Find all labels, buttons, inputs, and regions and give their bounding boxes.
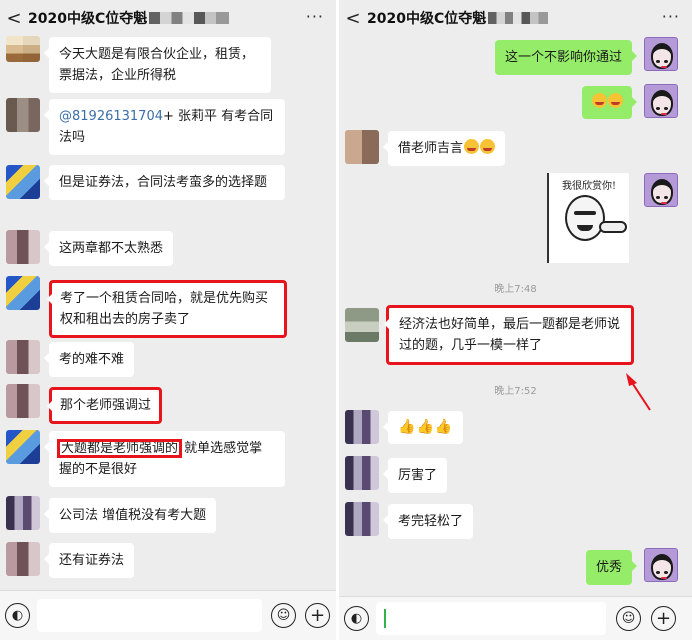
more-icon[interactable]: ··· [662, 7, 680, 26]
avatar[interactable] [6, 496, 40, 530]
chat-title: 2020中级C位夺魁 [367, 11, 487, 27]
emoji-bubble[interactable]: 👍👍👍 [382, 411, 464, 444]
avatar[interactable] [345, 130, 379, 164]
avatar-self[interactable] [644, 548, 678, 582]
message-text: 还有证券法 [59, 553, 125, 568]
avatar[interactable] [6, 36, 40, 62]
message-text: 考的难不难 [59, 352, 125, 367]
message-text: 借老师吉言 [398, 141, 464, 156]
thumbs-up-icon: 👍 [398, 419, 416, 435]
avatar-self[interactable] [644, 173, 678, 207]
grin-emoji-icon [592, 93, 607, 108]
message-bubble[interactable]: 借老师吉言 [382, 131, 506, 166]
mention-link[interactable]: @81926131704 [59, 109, 163, 124]
message-input[interactable] [376, 602, 606, 635]
message-bubble[interactable]: @81926131704+ 张莉平 有考合同法吗 [44, 99, 285, 155]
message-bubble[interactable]: 还有证券法 [43, 543, 135, 578]
message-text: 考完轻松了 [398, 514, 464, 529]
timestamp: 晚上7:48 [494, 284, 537, 295]
highlighted-phrase: 大题都是老师强调的 [56, 439, 183, 458]
message-text: 那个老师强调过 [60, 398, 152, 413]
message-bubble-self[interactable]: 这一个不影响你通过 [494, 40, 638, 75]
meme-arm-icon [599, 221, 627, 233]
more-icon[interactable]: ··· [306, 7, 324, 26]
message-text: 今天大题是有限合伙企业，租赁，票据法，企业所得税 [59, 47, 255, 83]
message-text: 经济法也好简单，最后一题都是老师说过的题，几乎一模一样了 [399, 317, 621, 353]
message-bubble[interactable]: 大题都是老师强调的 就单选感觉掌握的不是很好 [44, 431, 285, 487]
text-cursor [384, 609, 386, 628]
input-bar: ◐ ☺ + [0, 590, 336, 640]
avatar-self[interactable] [644, 37, 678, 71]
message-text: 考了一个租赁合同哈，就是优先购买权和租出去的房子卖了 [60, 291, 269, 327]
voice-icon[interactable]: ◐ [5, 603, 30, 628]
message-text: 但是证券法，合同法考蛮多的选择题 [59, 175, 268, 190]
message-bubble-highlighted[interactable]: 考了一个租赁合同哈，就是优先购买权和租出去的房子卖了 [47, 280, 287, 338]
avatar[interactable] [6, 542, 40, 576]
timestamp: 晚上7:52 [494, 386, 537, 397]
left-chat-screen: < 2020中级C位夺魁 ··· 今天大题是有限合伙企业，租赁，票据法，企业所得… [0, 0, 336, 640]
message-bubble-self[interactable]: 优秀 [585, 550, 638, 585]
message-text: 这一个不影响你通过 [504, 50, 622, 65]
message-text: 厉害了 [398, 468, 438, 483]
message-text: 优秀 [595, 560, 622, 575]
chat-header: < 2020中级C位夺魁 ··· [339, 0, 692, 36]
avatar[interactable] [345, 308, 379, 342]
message-bubble-highlighted[interactable]: 那个老师强调过 [46, 387, 163, 424]
sticker-image[interactable]: 我很欣赏你! [547, 173, 629, 263]
message-bubble[interactable]: 今天大题是有限合伙企业，租赁，票据法，企业所得税 [44, 37, 271, 93]
thumbs-up-icon: 👍 [434, 419, 453, 435]
avatar[interactable] [6, 340, 40, 374]
message-bubble[interactable]: 这两章都不太熟悉 [43, 231, 174, 266]
chat-title: 2020中级C位夺魁 [28, 11, 148, 27]
avatar[interactable] [345, 456, 379, 490]
avatar[interactable] [345, 502, 379, 536]
emoji-icon[interactable]: ☺ [616, 606, 641, 631]
back-icon[interactable]: < [339, 8, 367, 29]
avatar[interactable] [6, 384, 40, 418]
chat-header: < 2020中级C位夺魁 ··· [0, 0, 336, 36]
avatar[interactable] [6, 98, 40, 132]
message-bubble[interactable]: 但是证券法，合同法考蛮多的选择题 [44, 165, 285, 200]
avatar[interactable] [6, 276, 40, 310]
message-text: 这两章都不太熟悉 [59, 241, 164, 256]
message-bubble[interactable]: 考完轻松了 [382, 504, 474, 539]
thumbs-up-icon: 👍 [416, 419, 434, 435]
grin-emoji-icon [608, 93, 623, 108]
redacted-title [149, 12, 230, 24]
message-text: 公司法 增值税没有考大题 [59, 508, 207, 523]
message-bubble[interactable]: 考的难不难 [43, 342, 135, 377]
sticker-caption: 我很欣赏你! [561, 181, 617, 192]
avatar-self[interactable] [644, 84, 678, 118]
input-bar: ◐ ☺ + [339, 596, 692, 640]
avatar[interactable] [6, 165, 40, 199]
voice-icon[interactable]: ◐ [344, 606, 369, 631]
avatar[interactable] [345, 410, 379, 444]
grin-emoji-icon [480, 139, 496, 154]
emoji-icon[interactable]: ☺ [271, 603, 296, 628]
message-bubble[interactable]: 厉害了 [382, 458, 448, 493]
meme-face-icon [565, 195, 605, 241]
message-input[interactable] [37, 599, 262, 632]
grin-emoji-icon [464, 139, 480, 154]
avatar[interactable] [6, 430, 40, 464]
avatar-face [651, 43, 673, 69]
message-bubble-highlighted[interactable]: 经济法也好简单，最后一题都是老师说过的题，几乎一模一样了 [384, 305, 634, 365]
message-bubble[interactable]: 公司法 增值税没有考大题 [43, 498, 217, 533]
right-chat-screen: < 2020中级C位夺魁 ··· 这一个不影响你通过 借老师吉言 我很欣赏你! … [339, 0, 692, 640]
redacted-title [488, 12, 549, 24]
plus-icon[interactable]: + [651, 606, 676, 631]
plus-icon[interactable]: + [305, 603, 330, 628]
avatar[interactable] [6, 230, 40, 264]
back-icon[interactable]: < [0, 8, 28, 29]
emoji-bubble-self[interactable] [582, 86, 637, 119]
